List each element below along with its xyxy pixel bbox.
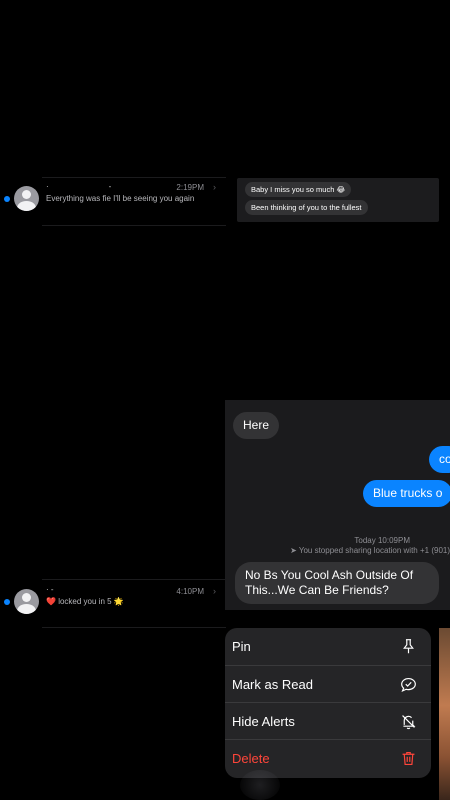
chevron-right-icon: › <box>213 586 216 596</box>
context-menu: Pin Mark as Read Hide Alerts Delete <box>225 628 431 778</box>
message-bubble: Been thinking of you to the fullest <box>245 200 368 215</box>
background-photo <box>439 628 450 800</box>
pin-icon <box>403 639 414 654</box>
chat-preview: Here co Blue trucks o Today 10:09PM ➤ Yo… <box>225 400 450 610</box>
menu-item-mark-as-read[interactable]: Mark as Read <box>225 665 431 702</box>
chevron-right-icon: › <box>213 182 216 192</box>
menu-item-hide-alerts[interactable]: Hide Alerts <box>225 702 431 739</box>
avatar <box>14 186 39 211</box>
location-notice: ➤ You stopped sharing location with +1 (… <box>290 546 450 555</box>
background-glow <box>240 770 280 800</box>
contact-name: · - <box>46 182 112 191</box>
message-bubble-incoming: Here <box>233 412 280 439</box>
message-bubble-outgoing: co <box>429 446 450 473</box>
message-time: 2:19PM <box>176 183 204 192</box>
menu-item-label: Hide Alerts <box>232 713 295 729</box>
location-arrow-icon: ➤ <box>290 546 297 555</box>
conversation-peek: Baby I miss you so much 😂 Been thinking … <box>237 178 439 222</box>
chat-timestamp: Today 10:09PM <box>354 536 410 545</box>
menu-item-pin[interactable]: Pin <box>225 628 431 665</box>
avatar <box>14 589 39 614</box>
message-preview: Everything was fie I'll be seeing you ag… <box>46 194 195 203</box>
menu-item-label: Delete <box>232 750 270 766</box>
conversation-row[interactable]: · - 4:10PM › ❤️ locked you in 5 🌟 <box>0 579 226 628</box>
message-bubble-incoming: No Bs You Cool Ash Outside Of This...We … <box>235 562 439 604</box>
message-time: 4:10PM <box>176 587 204 596</box>
row-divider <box>42 225 226 226</box>
message-bubble: Baby I miss you so much 😂 <box>245 182 352 197</box>
star-emoji: 🌟 <box>113 597 124 606</box>
heart-emoji: ❤️ <box>46 597 56 606</box>
message-bubble-outgoing: Blue trucks o <box>363 480 450 507</box>
trash-icon <box>402 751 415 765</box>
row-divider <box>42 579 226 580</box>
menu-item-label: Mark as Read <box>232 676 313 692</box>
conversation-row[interactable]: · - 2:19PM › Everything was fie I'll be s… <box>0 177 226 226</box>
row-divider <box>42 177 226 178</box>
message-preview: ❤️ locked you in 5 🌟 <box>46 597 124 606</box>
checkmark-bubble-icon <box>401 677 416 692</box>
unread-indicator <box>4 196 10 202</box>
unread-indicator <box>4 599 10 605</box>
row-divider <box>42 627 226 628</box>
menu-item-label: Pin <box>232 639 251 654</box>
bell-slash-icon <box>402 714 416 729</box>
contact-name: · - <box>46 585 54 594</box>
